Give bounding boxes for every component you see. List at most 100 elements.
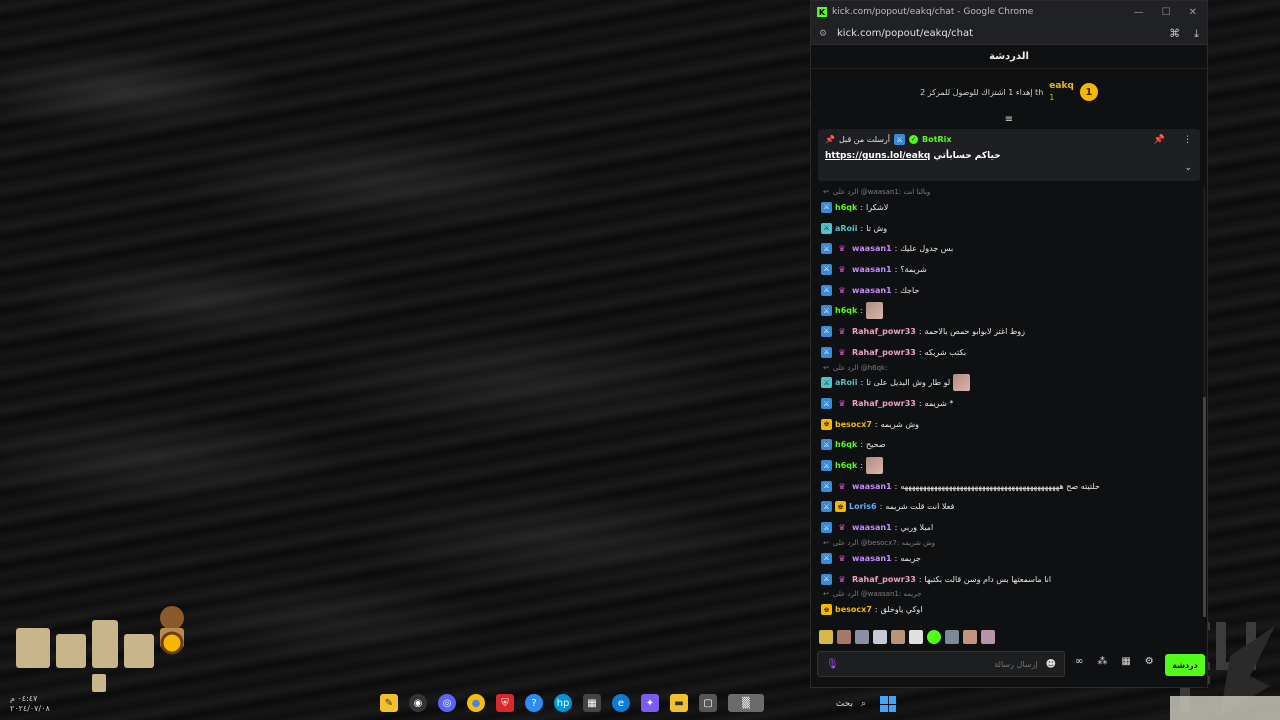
chat-username[interactable]: Rahaf_powr33	[852, 327, 916, 336]
emote-icon[interactable]	[927, 630, 941, 644]
chat-separator: :	[918, 347, 922, 357]
minimize-button[interactable]: —	[1134, 7, 1144, 18]
gift-icon[interactable]: ▦	[1121, 656, 1130, 667]
site-info-icon[interactable]: ⚙	[819, 29, 829, 39]
chat-username[interactable]: h6qk	[835, 203, 857, 212]
emote-icon[interactable]	[837, 630, 851, 644]
infinity-icon[interactable]: ∞	[1075, 656, 1083, 667]
hp-icon[interactable]: hp	[554, 694, 572, 712]
send-chat-button[interactable]: دردشة	[1165, 654, 1205, 676]
notes-app-icon[interactable]: ✎	[380, 694, 398, 712]
chat-message[interactable]: ⚔ h6qk:	[821, 455, 1197, 476]
chat-username[interactable]: besocx7	[835, 605, 872, 614]
emote-icon[interactable]	[963, 630, 977, 644]
chat-message-list[interactable]: ↩ الرد على @waasan1: وبالنا انت ⚔ h6qk: لاشك…	[811, 187, 1207, 617]
chat-username[interactable]: Rahaf_powr33	[852, 399, 916, 408]
address-url[interactable]: kick.com/popout/eakq/chat	[837, 28, 1169, 39]
pinned-bot-name[interactable]: BotRix	[922, 135, 951, 144]
chat-message[interactable]: ⚔ h6qk: لاشكرا	[821, 197, 1197, 218]
settings-gear-icon[interactable]: ⚙	[1145, 656, 1154, 667]
chat-username[interactable]: Rahaf_powr33	[852, 348, 916, 357]
chat-username[interactable]: h6qk	[835, 461, 857, 470]
chat-message[interactable]: ⚔ ♚ Loris6: فعلا انت قلت شريمه	[821, 497, 1197, 518]
chat-message[interactable]: ⚔ aRoii: لو طار وش البديل على تا	[821, 373, 1197, 394]
maximize-button[interactable]: ☐	[1162, 7, 1171, 18]
chat-message[interactable]: ⚔ ♛ waasan1: حاجك	[821, 280, 1197, 301]
shield-app-icon[interactable]: ⛨	[496, 694, 514, 712]
collapse-icon[interactable]: ≡	[811, 115, 1207, 127]
unpin-icon[interactable]: 📌	[1154, 135, 1165, 145]
file-explorer-icon[interactable]: ▬	[670, 694, 688, 712]
chat-message[interactable]: ⚔ ♛ Rahaf_powr33: بكتب شريكه	[821, 342, 1197, 363]
crown-badge-icon: ♛	[838, 244, 846, 254]
chat-message[interactable]: ⚔ ♛ waasan1: شريمة؟	[821, 259, 1197, 280]
chat-username[interactable]: aRoii	[835, 378, 858, 387]
windows-start-icon[interactable]	[880, 696, 896, 712]
chat-message[interactable]: ⚔ aRoii: وش تا	[821, 218, 1197, 239]
chat-message[interactable]: ⚔ ♛ waasan1: امبلا وربي	[821, 517, 1197, 538]
chat-message[interactable]: ⚔ ♛ Rahaf_powr33: انا ماسمعتها بس دام وسن ق…	[821, 569, 1197, 590]
chat-input-box[interactable]: 🎙 ☻	[817, 651, 1065, 677]
emote-image-icon[interactable]	[953, 374, 971, 392]
chat-username[interactable]: h6qk	[835, 440, 857, 449]
discord-icon[interactable]: ◎	[438, 694, 456, 712]
moderator-badge-icon: ⚔	[821, 501, 832, 513]
chat-username[interactable]: waasan1	[852, 244, 892, 253]
chat-message[interactable]: ⚔ h6qk: صحيح	[821, 435, 1197, 456]
chat-username[interactable]: h6qk	[835, 306, 857, 315]
emote-icon[interactable]	[855, 630, 869, 644]
translate-icon[interactable]: ⌘	[1169, 27, 1180, 41]
emote-icon[interactable]	[945, 630, 959, 644]
chrome-popout-window: K kick.com/popout/eakq/chat - Google Chr…	[810, 0, 1208, 688]
reply-text: الرد على @waasan1: جريمه	[832, 590, 922, 599]
download-icon[interactable]: ⤓	[1194, 27, 1199, 41]
chat-username[interactable]: Loris6	[849, 502, 877, 511]
terminal-icon[interactable]: ▢	[699, 694, 717, 712]
chat-message[interactable]: ⚔ h6qk:	[821, 300, 1197, 321]
store-icon[interactable]: ▦	[583, 694, 601, 712]
emote-icon[interactable]	[873, 630, 887, 644]
emote-icon[interactable]	[981, 630, 995, 644]
chevron-down-icon[interactable]: ⌄	[1184, 163, 1192, 173]
chat-username[interactable]: waasan1	[852, 554, 892, 563]
microphone-icon[interactable]: 🎙	[826, 659, 839, 670]
chat-message[interactable]: ⚔ ♛ Rahaf_powr33: زوط اغتر لابوابو حمص بالا…	[821, 321, 1197, 342]
taskbar-search[interactable]: بحث ⌕	[760, 694, 870, 714]
chat-username[interactable]: waasan1	[852, 265, 892, 274]
chat-input[interactable]	[846, 659, 1038, 669]
emote-image-icon[interactable]	[866, 457, 884, 475]
emoji-icon[interactable]: ☻	[1046, 659, 1056, 670]
address-bar[interactable]: ⚙ kick.com/popout/eakq/chat ⌘ ⤓	[811, 23, 1207, 45]
edge-icon[interactable]: e	[612, 694, 630, 712]
close-button[interactable]: ✕	[1189, 7, 1197, 18]
obs-icon[interactable]: ◉	[409, 694, 427, 712]
emote-icon[interactable]	[819, 630, 833, 644]
more-options-icon[interactable]: ⋮	[1183, 135, 1192, 145]
chat-message[interactable]: ⚔ ♛ Rahaf_powr33: شريمه *	[821, 393, 1197, 414]
chat-message[interactable]: ♚ besocx7: اوكي ياوخلق	[821, 599, 1197, 617]
chat-username[interactable]: aRoii	[835, 224, 858, 233]
pinned-link[interactable]: https://guns.lol/eakq	[825, 151, 930, 161]
bubbles-icon[interactable]: ⁂	[1097, 656, 1107, 667]
chat-message[interactable]: ⚔ ♛ waasan1: بس جدول عليك	[821, 238, 1197, 259]
chat-message[interactable]: ♚ besocx7: وش شريمه	[821, 414, 1197, 435]
chat-username[interactable]: besocx7	[835, 420, 872, 429]
emote-icon[interactable]	[891, 630, 905, 644]
chat-username[interactable]: waasan1	[852, 523, 892, 532]
help-icon[interactable]: ?	[525, 694, 543, 712]
game-thumbnail-icon[interactable]: ▒	[728, 694, 764, 712]
chat-message[interactable]: ⚔ ♛ waasan1: حلتيته صح هههههههههههههههههههه…	[821, 476, 1197, 497]
chat-message[interactable]: ⚔ ♛ waasan1: جريمه	[821, 548, 1197, 569]
copilot-icon[interactable]: ✦	[641, 694, 659, 712]
chat-username[interactable]: waasan1	[852, 482, 892, 491]
chat-scrollbar[interactable]	[1203, 187, 1206, 617]
emote-image-icon[interactable]	[866, 302, 884, 320]
subscription-goal: إهداء 1 اشتراك للوصول للمركز 2 th eakq 1…	[811, 69, 1207, 115]
chat-username[interactable]: waasan1	[852, 286, 892, 295]
chrome-icon[interactable]: ●	[467, 694, 485, 712]
system-clock[interactable]: ٠٤:٤٧ م ٢٠٢٤/٠٧/٠٨	[10, 694, 50, 714]
emote-icon[interactable]	[909, 630, 923, 644]
chat-username[interactable]: Rahaf_powr33	[852, 575, 916, 584]
chat-separator: :	[874, 605, 878, 615]
chat-text: انا ماسمعتها بس دام وسن قالت بكتبها	[924, 574, 1052, 584]
